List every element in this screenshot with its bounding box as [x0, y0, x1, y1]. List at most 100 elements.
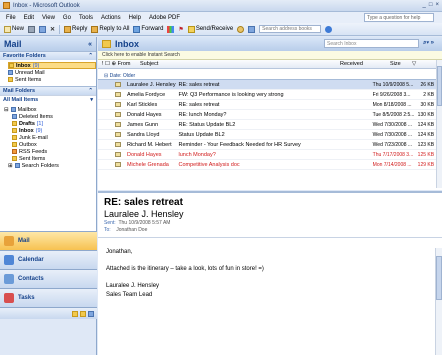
tree-mailbox[interactable]: ⊟ Mailbox — [4, 106, 96, 113]
mail-icon — [4, 236, 14, 246]
tree-inbox[interactable]: Inbox (9) — [4, 127, 96, 134]
tree-outbox[interactable]: Outbox — [4, 141, 96, 148]
scrollbar-thumb[interactable] — [436, 256, 442, 300]
instant-search-infobar[interactable]: Click here to enable Instant Search — [98, 51, 442, 60]
menu-tools[interactable]: Tools — [79, 15, 93, 21]
tree-rss-feeds[interactable]: RSS Feeds — [4, 148, 96, 155]
move-button[interactable] — [39, 25, 47, 33]
message-size: 2 KB — [423, 91, 435, 98]
flag-button[interactable]: ⚑ — [178, 26, 183, 33]
outbox-icon — [12, 142, 17, 147]
nav-shortcut-bar — [0, 307, 97, 319]
message-received: Tue 8/5/2008 2:5... — [372, 111, 415, 118]
all-mail-items[interactable]: All Mail Items ▾ — [0, 95, 96, 104]
inbox-icon — [9, 63, 14, 68]
nav-button-calendar[interactable]: Calendar — [0, 250, 97, 269]
message-sender[interactable]: Lauralee J. Hensley — [98, 209, 442, 219]
folder-list-icon[interactable] — [80, 310, 86, 317]
group-header[interactable]: ⊟ Date: Older — [98, 72, 442, 80]
tasks-icon — [4, 293, 14, 303]
new-mail-icon — [4, 25, 11, 33]
header-divider — [98, 237, 442, 238]
categorize-button[interactable] — [167, 25, 175, 33]
message-size: 123 KB — [417, 141, 435, 148]
message-row[interactable]: Amelia Fordyce FW: Q3 Performance is look… — [98, 90, 442, 100]
favorite-unread-mail[interactable]: Unread Mail — [8, 69, 96, 76]
envelope-icon — [115, 132, 121, 137]
dropdown-arrow-icon: ▾ — [90, 97, 93, 103]
message-from: Sandra Lloyd — [126, 131, 160, 138]
message-size: 124 KB — [417, 121, 435, 128]
favorite-folders-header[interactable]: Favorite Folders ⌃ — [0, 51, 96, 60]
collapse-nav-icon[interactable]: « — [88, 41, 92, 48]
help-search-input[interactable]: Type a question for help — [364, 13, 434, 22]
maximize-button[interactable]: □ — [429, 2, 433, 8]
toolbar-separator — [59, 24, 61, 34]
favorite-sent-items[interactable]: Sent Items — [8, 76, 96, 83]
signature-title: Sales Team Lead — [106, 292, 153, 298]
find-icon — [237, 25, 245, 33]
shortcuts-icon[interactable] — [88, 310, 94, 317]
delete-button[interactable]: ✕ — [50, 26, 55, 33]
tree-deleted-items[interactable]: Deleted Items — [4, 113, 96, 120]
send-receive-button[interactable]: Send/Receive — [187, 25, 233, 33]
print-button[interactable] — [28, 25, 36, 33]
reply-button[interactable]: Reply — [64, 25, 87, 33]
message-subject: RE: lunch Monday? — [178, 111, 227, 118]
message-row[interactable]: Donald Hayes lunch Monday? Thu 7/17/2008 3… — [98, 150, 442, 160]
reply-all-button[interactable]: Reply to All — [91, 25, 129, 33]
col-received[interactable]: Received — [340, 61, 390, 67]
message-row[interactable]: Richard M. Hebert Reminder - Your Feedbac… — [98, 140, 442, 150]
menu-actions[interactable]: Actions — [101, 15, 121, 21]
message-row[interactable]: Michele Grenada Competitive Analysis doc M… — [98, 160, 442, 170]
menu-edit[interactable]: Edit — [24, 15, 34, 21]
message-size: 129 KB — [417, 161, 435, 168]
nav-button-mail[interactable]: Mail — [0, 231, 97, 250]
message-to-row: To: Jonathan Doe — [104, 227, 148, 233]
menu-help[interactable]: Help — [129, 15, 141, 21]
tree-drafts[interactable]: Drafts [1] — [4, 120, 96, 127]
reading-pane-scrollbar[interactable] — [435, 248, 442, 355]
menu-adobe-pdf[interactable]: Adobe PDF — [149, 15, 180, 21]
envelope-icon — [115, 102, 121, 107]
search-inbox-input[interactable]: Search Inbox — [324, 39, 419, 48]
close-button[interactable]: × — [435, 2, 439, 8]
scrollbar-thumb[interactable] — [437, 66, 442, 106]
message-row[interactable]: James Gunn RE: Status Update BL2 Wed 7/30/… — [98, 120, 442, 130]
search-options-icon[interactable]: ⌕▾ » — [423, 40, 434, 47]
nav-button-tasks[interactable]: Tasks — [0, 288, 97, 307]
find-button[interactable] — [237, 25, 245, 33]
message-subject: Reminder - Your Feedback Needed for HR S… — [178, 141, 301, 148]
mail-folders-header[interactable]: Mail Folders ⌃ — [0, 86, 96, 95]
help-button[interactable] — [325, 25, 333, 33]
message-received: Fri 9/26/2008 3... — [372, 91, 411, 98]
menu-file[interactable]: File — [6, 15, 16, 21]
menu-view[interactable]: View — [42, 15, 55, 21]
tree-junk-email[interactable]: Junk E-mail — [4, 134, 96, 141]
address-book-button[interactable] — [248, 25, 256, 33]
message-row[interactable]: Sandra Lloyd Status Update BL2 Wed 7/30/20… — [98, 130, 442, 140]
col-from[interactable]: ! ☐ ⊕ From — [98, 61, 140, 67]
tree-search-folders[interactable]: ⊞ Search Folders — [4, 162, 96, 169]
menu-go[interactable]: Go — [63, 15, 71, 21]
message-row[interactable]: Lauralee J. Hensley RE: sales retreat Thu … — [98, 80, 442, 90]
search-address-books-input[interactable]: Search address books — [259, 25, 322, 33]
reply-all-icon — [91, 25, 99, 33]
notes-icon[interactable] — [72, 310, 78, 317]
tree-sent-items[interactable]: Sent Items — [4, 155, 96, 162]
message-list-scrollbar[interactable] — [436, 60, 442, 188]
forward-button[interactable]: Forward — [133, 25, 163, 33]
nav-button-contacts[interactable]: Contacts — [0, 269, 97, 288]
message-row[interactable]: Donald Hayes RE: lunch Monday? Tue 8/5/200… — [98, 110, 442, 120]
favorite-inbox[interactable]: Inbox (9) — [8, 62, 96, 69]
minimize-button[interactable]: _ — [423, 2, 426, 8]
message-size: 30 KB — [420, 101, 435, 108]
col-subject[interactable]: Subject — [140, 61, 340, 67]
print-icon — [28, 25, 36, 33]
inbox-header: Inbox Search Inbox ⌕▾ » — [98, 37, 442, 51]
new-button[interactable]: New — [4, 25, 24, 33]
col-flag-icon[interactable]: ▽ — [412, 61, 416, 67]
message-row[interactable]: Karl Stickles RE: sales retreat Mon 8/18/2… — [98, 100, 442, 110]
nav-header: Mail « — [0, 37, 96, 51]
col-size[interactable]: Size — [390, 61, 412, 67]
